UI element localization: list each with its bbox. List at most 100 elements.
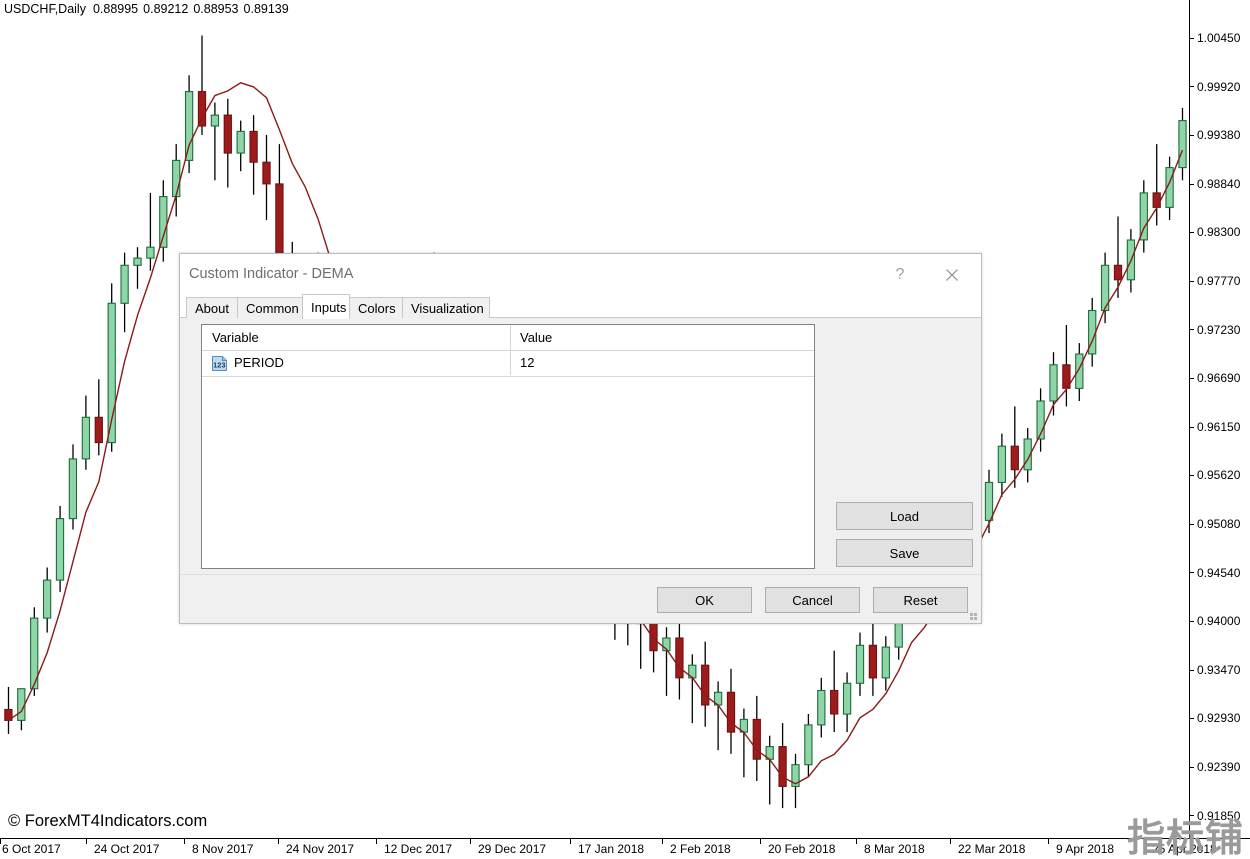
tab-inputs[interactable]: Inputs <box>302 294 350 319</box>
inputs-tab-panel: Variable Value 123 PERIOD 12 Load Save <box>189 324 974 574</box>
custom-indicator-dialog: Custom Indicator - DEMA ? About Common Inp… <box>179 253 982 624</box>
tick-mark <box>1190 232 1194 234</box>
tick-mark <box>1190 378 1194 380</box>
time-tick-mark <box>662 839 663 844</box>
time-tick-mark <box>950 839 951 844</box>
resize-grip-glyph <box>970 613 977 620</box>
tab-colors[interactable]: Colors <box>349 297 403 318</box>
tick-mark <box>1190 86 1194 88</box>
price-tick-label: 0.97770 <box>1190 274 1240 288</box>
tick-mark <box>1190 475 1194 477</box>
mt4-chart-window: USDCHF,Daily 0.88995 0.89212 0.88953 0.89139… <box>0 0 1250 859</box>
tab-label: About <box>195 300 229 316</box>
column-header-value: Value <box>520 330 553 345</box>
close-icon[interactable] <box>929 260 975 290</box>
cancel-button[interactable]: Cancel <box>765 587 860 613</box>
column-header-variable: Variable <box>212 330 259 345</box>
tick-value: 0.97230 <box>1197 322 1241 337</box>
time-tick-mark <box>278 839 279 844</box>
tab-label: Common <box>246 300 299 316</box>
time-tick-mark <box>0 839 1 844</box>
price-tick-label: 0.98840 <box>1190 177 1240 191</box>
tick-mark <box>1190 280 1194 282</box>
tick-value: 1.00450 <box>1197 31 1241 45</box>
tick-mark <box>1190 135 1194 137</box>
variable-name: PERIOD <box>234 355 284 370</box>
variable-value[interactable]: 12 <box>520 355 534 370</box>
time-tick-mark <box>856 839 857 844</box>
time-tick-label: 8 Nov 2017 <box>192 842 254 856</box>
tick-mark <box>1190 37 1194 39</box>
time-tick-label: 12 Dec 2017 <box>384 842 453 856</box>
save-button[interactable]: Save <box>836 539 973 567</box>
close-glyph <box>946 269 958 281</box>
quote-high: 0.89212 <box>143 2 189 16</box>
tick-value: 0.92390 <box>1197 760 1241 774</box>
tick-value: 0.95080 <box>1197 517 1241 531</box>
help-icon[interactable]: ? <box>877 260 923 290</box>
tab-about[interactable]: About <box>186 297 238 318</box>
time-axis[interactable]: 6 Oct 2017 24 Oct 2017 8 Nov 2017 24 Nov 20… <box>0 838 1250 859</box>
tab-common[interactable]: Common <box>237 297 303 318</box>
tick-value: 0.94540 <box>1197 565 1241 580</box>
tick-mark <box>1190 183 1194 185</box>
tick-value: 0.92930 <box>1197 711 1241 726</box>
quote-close: 0.89139 <box>243 2 289 16</box>
tick-value: 0.98300 <box>1197 225 1241 240</box>
tick-mark <box>1190 329 1194 331</box>
load-button[interactable]: Load <box>836 502 973 530</box>
time-tick-label: 24 Oct 2017 <box>94 842 160 856</box>
number-123-icon: 123 <box>211 355 228 372</box>
time-tick-label: 6 Oct 2017 <box>2 842 61 856</box>
symbol-label: USDCHF,Daily <box>4 2 86 16</box>
time-tick-label: 24 Nov 2017 <box>286 842 355 856</box>
resize-grip[interactable] <box>966 608 978 620</box>
ok-button[interactable]: OK <box>657 587 752 613</box>
time-tick-mark <box>86 839 87 844</box>
price-tick-label: 0.98300 <box>1190 225 1240 239</box>
tick-value: 0.98840 <box>1197 176 1241 191</box>
time-tick-label: 22 Mar 2018 <box>958 842 1026 856</box>
tick-value: 0.94000 <box>1197 614 1241 629</box>
copyright-watermark: © ForexMT4Indicators.com <box>8 812 208 830</box>
tab-label: Colors <box>358 300 396 316</box>
tick-mark <box>1190 621 1194 623</box>
time-tick-mark <box>470 839 471 844</box>
price-tick-label: 0.92930 <box>1190 711 1240 725</box>
dialog-title: Custom Indicator - DEMA <box>189 266 354 282</box>
tick-value: 0.93470 <box>1197 662 1241 677</box>
tab-label: Inputs <box>311 299 347 315</box>
price-tick-label: 0.92390 <box>1190 760 1240 774</box>
time-tick-label: 2 Feb 2018 <box>670 842 731 856</box>
price-axis[interactable]: 1.00450 0.99920 0.99380 0.98840 0.98300 0.977… <box>1189 0 1250 838</box>
quote-low: 0.88953 <box>193 2 239 16</box>
time-tick-label: 9 Apr 2018 <box>1056 842 1115 856</box>
reset-button[interactable]: Reset <box>873 587 968 613</box>
site-watermark: 指标铺 <box>1126 816 1244 859</box>
inputs-table[interactable]: Variable Value 123 PERIOD 12 <box>201 324 815 569</box>
tick-mark <box>1190 523 1194 525</box>
price-tick-label: 0.96150 <box>1190 420 1240 434</box>
svg-text:123: 123 <box>213 360 225 369</box>
time-tick-label: 20 Feb 2018 <box>768 842 836 856</box>
tick-value: 0.96150 <box>1197 419 1241 434</box>
tick-value: 0.97770 <box>1197 274 1241 288</box>
time-tick-mark <box>1048 839 1049 844</box>
quote-open: 0.88995 <box>92 2 139 16</box>
table-row[interactable]: 123 PERIOD 12 <box>202 351 814 377</box>
tick-value: 0.95620 <box>1197 468 1241 483</box>
number-123-glyph: 123 <box>212 356 227 371</box>
tick-mark <box>1190 426 1194 428</box>
dialog-titlebar[interactable]: Custom Indicator - DEMA ? <box>180 254 981 295</box>
tick-mark <box>1190 718 1194 720</box>
price-tick-label: 0.95080 <box>1190 517 1240 531</box>
price-tick-label: 0.99920 <box>1190 80 1240 94</box>
time-tick-label: 8 Mar 2018 <box>864 842 925 856</box>
price-tick-label: 0.97230 <box>1190 323 1240 337</box>
tab-visualization[interactable]: Visualization <box>402 297 490 318</box>
time-tick-mark <box>570 839 571 844</box>
price-tick-label: 0.94540 <box>1190 566 1240 580</box>
time-tick-label: 17 Jan 2018 <box>578 842 645 856</box>
price-tick-label: 0.93470 <box>1190 663 1240 677</box>
time-tick-mark <box>184 839 185 844</box>
